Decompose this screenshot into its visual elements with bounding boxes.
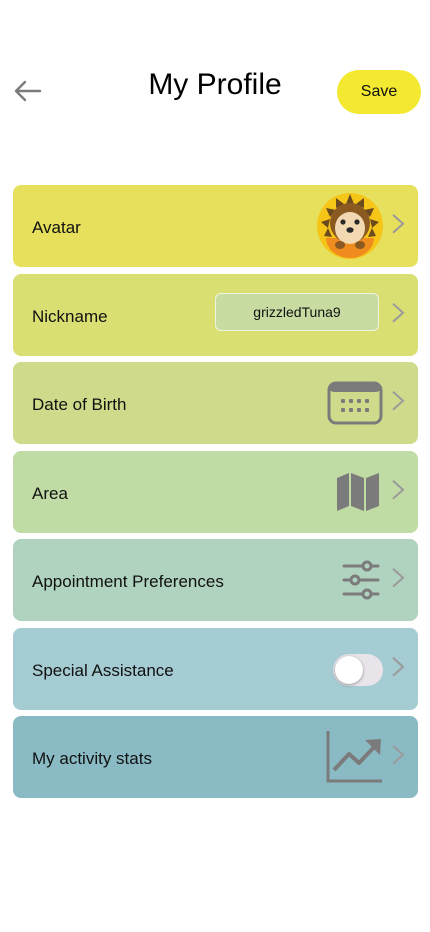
chevron-right-icon — [392, 657, 405, 677]
save-button[interactable]: Save — [337, 70, 421, 114]
special-assistance-toggle[interactable] — [333, 654, 383, 686]
nickname-value[interactable]: grizzledTuna9 — [215, 293, 379, 331]
chevron-right-icon — [392, 480, 405, 500]
area-label: Area — [32, 484, 68, 503]
appointment-preferences-row[interactable]: Appointment Preferences — [13, 539, 418, 621]
special-assistance-row[interactable]: Special Assistance — [13, 628, 418, 710]
chevron-right-icon — [392, 568, 405, 588]
activity-stats-label: My activity stats — [32, 749, 152, 768]
hedgehog-avatar-icon — [317, 193, 383, 259]
area-row[interactable]: Area — [13, 451, 418, 533]
chevron-right-icon — [392, 214, 405, 234]
chevron-right-icon — [392, 303, 405, 323]
calendar-icon — [327, 381, 383, 425]
chevron-right-icon — [392, 391, 405, 411]
map-icon — [337, 473, 379, 511]
special-assistance-label: Special Assistance — [32, 661, 174, 680]
date-of-birth-label: Date of Birth — [32, 395, 127, 414]
nickname-label: Nickname — [32, 307, 108, 326]
profile-screen: My Profile Save Avatar Nickname grizzled… — [0, 0, 430, 932]
trending-up-icon — [326, 731, 382, 783]
avatar-row[interactable]: Avatar — [13, 185, 418, 267]
nickname-row[interactable]: Nickname grizzledTuna9 — [13, 274, 418, 356]
toggle-knob — [335, 656, 363, 684]
chevron-right-icon — [392, 745, 405, 765]
activity-stats-row[interactable]: My activity stats — [13, 716, 418, 798]
avatar-label: Avatar — [32, 218, 81, 237]
sliders-icon — [342, 560, 380, 600]
appointment-preferences-label: Appointment Preferences — [32, 572, 224, 591]
date-of-birth-row[interactable]: Date of Birth — [13, 362, 418, 444]
